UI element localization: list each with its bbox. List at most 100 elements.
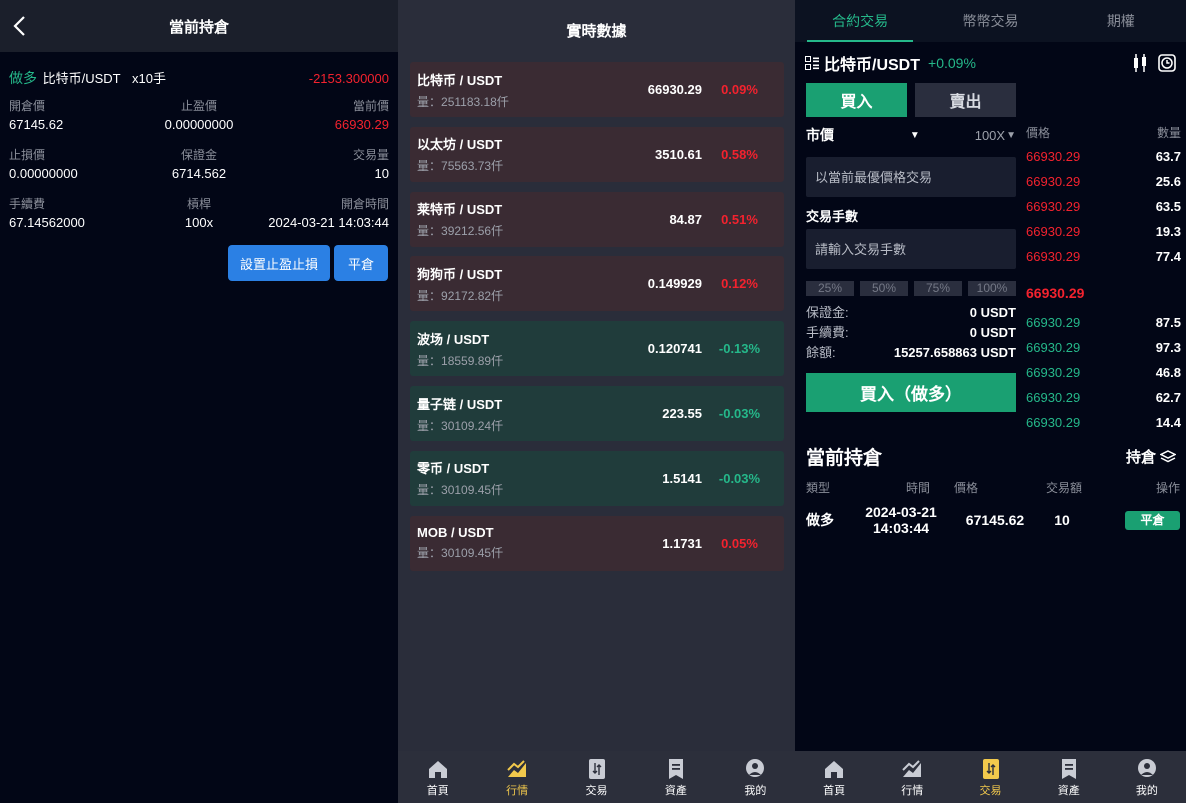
nav-item-asset[interactable]: 資產 bbox=[636, 751, 715, 803]
list-item[interactable]: 波场 / USDT 量：18559.89仟 0.120741 -0.13% bbox=[410, 321, 784, 377]
page-title: 當前持倉 bbox=[168, 18, 229, 36]
percent-buttons: 25% 50% 75% 100% bbox=[806, 281, 1016, 296]
nav-item-chart[interactable]: 行情 bbox=[873, 751, 951, 803]
sell-tab-button[interactable]: 賣出 bbox=[915, 83, 1016, 117]
ask-row[interactable]: 66930.29 63.5 bbox=[1026, 198, 1181, 216]
list-item[interactable]: 零币 / USDT 量：30109.45仟 1.5141 -0.03% bbox=[410, 450, 784, 506]
home-icon bbox=[428, 760, 447, 778]
coin-info: 波场 / USDT 量：18559.89仟 bbox=[417, 329, 582, 369]
bid-row[interactable]: 66930.29 62.7 bbox=[1026, 389, 1181, 407]
close-position-button[interactable]: 平倉 bbox=[334, 245, 388, 281]
nav-item-trade[interactable]: 交易 bbox=[557, 751, 636, 803]
trade-icon bbox=[982, 758, 999, 779]
col-price: 價格 bbox=[953, 481, 978, 495]
candlestick-icon[interactable] bbox=[1132, 53, 1148, 73]
open-price: 67145.62 bbox=[9, 117, 64, 132]
set-tp-sl-button[interactable]: 設置止盈止損 bbox=[228, 245, 330, 281]
leverage-value: 100x bbox=[184, 215, 214, 230]
percent-100-button[interactable]: 100% bbox=[968, 281, 1016, 296]
bid-row[interactable]: 66930.29 87.5 bbox=[1026, 314, 1181, 332]
nav-item-chart[interactable]: 行情 bbox=[477, 751, 556, 803]
ask-row[interactable]: 66930.29 63.7 bbox=[1026, 148, 1181, 166]
nav-item-home[interactable]: 首頁 bbox=[795, 751, 873, 803]
book-price: 66930.29 bbox=[1026, 174, 1081, 189]
volume-value: 39212.56仟 bbox=[441, 224, 504, 239]
pair-list-icon[interactable] bbox=[805, 56, 819, 70]
book-qty-header: 數量 bbox=[1156, 126, 1181, 140]
ask-row[interactable]: 66930.29 25.6 bbox=[1026, 173, 1181, 191]
list-item[interactable]: 比特币 / USDT 量：251183.18仟 66930.29 0.09% bbox=[410, 62, 784, 117]
close-position-button[interactable]: 平倉 bbox=[1125, 510, 1180, 530]
nav-item-asset[interactable]: 資產 bbox=[1030, 751, 1108, 803]
table-row: 做多 2024-03-21 14:03:44 67145.62 10 平倉 bbox=[806, 504, 1180, 536]
percent-25-button[interactable]: 25% bbox=[806, 281, 854, 296]
chevron-down-icon[interactable]: ▼ bbox=[1006, 130, 1016, 141]
ask-row[interactable]: 66930.29 19.3 bbox=[1026, 223, 1181, 241]
qty-input[interactable] bbox=[806, 229, 1016, 269]
position-summary: 做多 比特币/USDT x10手 -2153.300000 bbox=[0, 69, 398, 87]
position-actions: 設置止盈止損 平倉 bbox=[0, 245, 398, 281]
positions-link[interactable]: 持倉 bbox=[1126, 446, 1176, 467]
coin-price: 84.87 bbox=[669, 211, 702, 227]
list-item[interactable]: 以太坊 / USDT 量：75563.73仟 3510.61 0.58% bbox=[410, 126, 784, 182]
nav-item-profile[interactable]: 我的 bbox=[716, 751, 795, 803]
coin-name: 狗狗币 / USDT bbox=[417, 266, 503, 282]
asset-icon bbox=[1061, 758, 1076, 779]
pair-row: 比特币/USDT +0.09% bbox=[805, 52, 1176, 74]
nav-label: 首頁 bbox=[823, 784, 846, 797]
field-label: 槓桿 bbox=[186, 197, 211, 211]
ask-row[interactable]: 66930.29 77.4 bbox=[1026, 248, 1181, 266]
nav-item-profile[interactable]: 我的 bbox=[1108, 751, 1186, 803]
position-pnl: -2153.300000 bbox=[308, 70, 389, 86]
order-type-row: 市價 ▼ 100X ▼ bbox=[806, 126, 1016, 144]
nav-label: 資產 bbox=[1057, 784, 1080, 797]
field-label: 當前價 bbox=[352, 99, 389, 113]
buy-tab-button[interactable]: 買入 bbox=[806, 83, 907, 117]
price-input[interactable] bbox=[806, 157, 1016, 197]
volume-value: 75563.73仟 bbox=[441, 159, 504, 174]
clock-icon[interactable] bbox=[1158, 54, 1176, 72]
coin-volume: 量：30109.24仟 bbox=[417, 417, 582, 434]
leverage-select[interactable]: 100X bbox=[975, 128, 1005, 143]
volume-value: 30109.45仟 bbox=[441, 483, 504, 498]
volume-value: 30109.24仟 bbox=[441, 418, 504, 433]
submit-buy-long-button[interactable]: 買入（做多） bbox=[806, 373, 1016, 412]
position-fields-2: 止損價 保證金 交易量 0.00000000 6714.562 10 bbox=[0, 146, 398, 184]
list-item[interactable]: MOB / USDT 量：30109.45仟 1.1731 0.05% bbox=[410, 515, 784, 571]
bottom-nav: 首頁 行情 交易 資產 我的 bbox=[398, 751, 795, 803]
field-label: 保證金 bbox=[180, 148, 217, 162]
bid-row[interactable]: 66930.29 14.4 bbox=[1026, 414, 1181, 432]
bid-row[interactable]: 66930.29 97.3 bbox=[1026, 339, 1181, 357]
book-price: 66930.29 bbox=[1026, 315, 1081, 330]
order-type-select[interactable]: 市價 bbox=[806, 125, 834, 145]
position-direction: 做多 bbox=[9, 70, 37, 86]
book-qty: 77.4 bbox=[1155, 249, 1181, 264]
list-item[interactable]: 狗狗币 / USDT 量：92172.82仟 0.149929 0.12% bbox=[410, 256, 784, 312]
percent-50-button[interactable]: 50% bbox=[860, 281, 908, 296]
bid-row[interactable]: 66930.29 46.8 bbox=[1026, 364, 1181, 382]
coin-price: 66930.29 bbox=[647, 82, 702, 97]
coin-name: 以太坊 / USDT bbox=[417, 137, 503, 153]
list-item[interactable]: 莱特币 / USDT 量：39212.56仟 84.87 0.51% bbox=[410, 191, 784, 247]
back-arrow-icon[interactable] bbox=[10, 14, 30, 38]
order-book-header: 價格 數量 bbox=[1026, 124, 1181, 142]
tab-contract[interactable]: 合約交易 bbox=[795, 0, 925, 42]
col-amount: 交易額 bbox=[1045, 481, 1082, 495]
nav-item-trade[interactable]: 交易 bbox=[951, 751, 1029, 803]
coin-volume: 量：39212.56仟 bbox=[417, 222, 582, 239]
coin-name: 量子链 / USDT bbox=[417, 396, 503, 412]
pair-name[interactable]: 比特币/USDT bbox=[824, 51, 920, 75]
coin-price: 1.1731 bbox=[662, 535, 702, 551]
tab-options[interactable]: 期權 bbox=[1056, 0, 1186, 42]
coin-volume: 量：251183.18仟 bbox=[417, 93, 582, 110]
pos-type: 做多 bbox=[806, 512, 834, 528]
market-title: 實時數據 bbox=[566, 22, 627, 40]
tab-spot[interactable]: 幣幣交易 bbox=[925, 0, 1055, 42]
coin-change: 0.09% bbox=[721, 82, 758, 97]
nav-item-home[interactable]: 首頁 bbox=[398, 751, 477, 803]
pair-change: +0.09% bbox=[928, 55, 976, 71]
percent-75-button[interactable]: 75% bbox=[914, 281, 962, 296]
chevron-down-icon[interactable]: ▼ bbox=[910, 130, 920, 141]
volume-prefix: 量： bbox=[417, 418, 442, 433]
list-item[interactable]: 量子链 / USDT 量：30109.24仟 223.55 -0.03% bbox=[410, 386, 784, 441]
